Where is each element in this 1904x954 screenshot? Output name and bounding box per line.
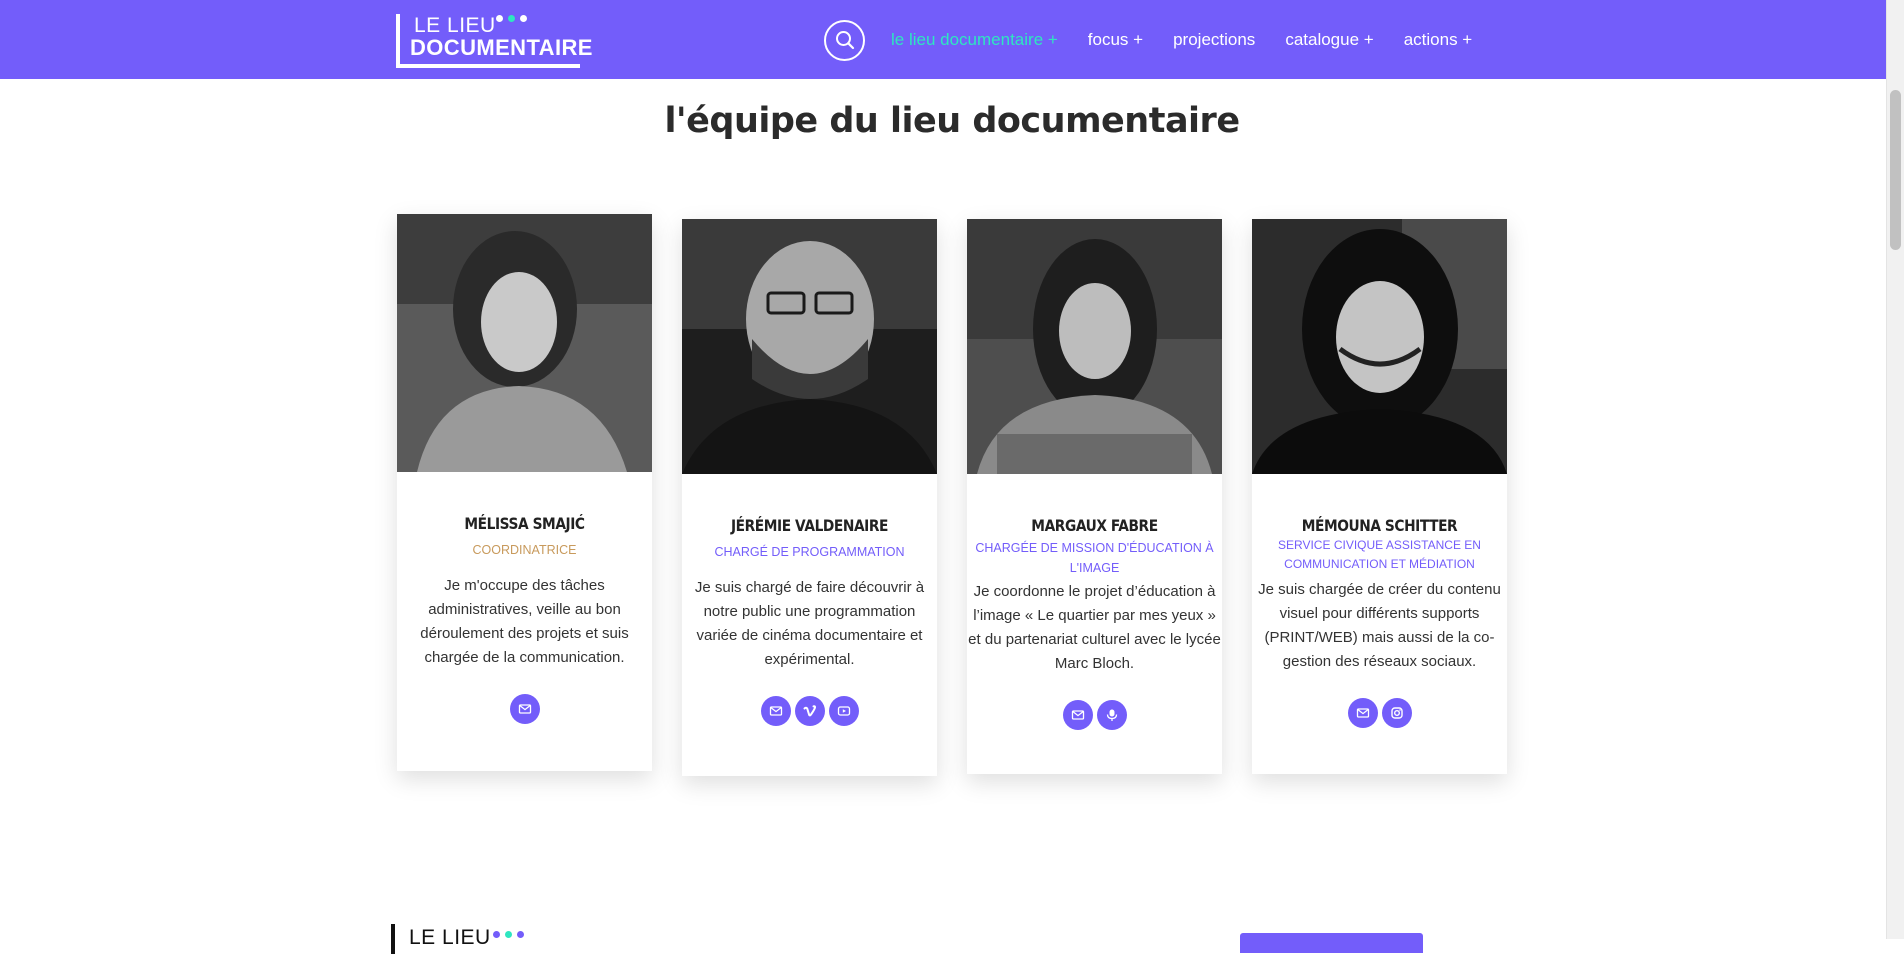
mail-button[interactable] [1062,700,1093,730]
site-logo[interactable]: LE LIEU DOCUMENTAIRE [396,14,592,68]
mail-icon [1071,710,1084,720]
team-card-jeremie: JÉRÉMIE VALDENAIRE CHARGÉ DE PROGRAMMATI… [682,219,937,776]
nav-item-projections[interactable]: projections [1173,30,1255,50]
member-links [967,700,1222,730]
instagram-button[interactable] [1381,698,1412,728]
site-header: LE LIEU DOCUMENTAIRE le lieu documentair… [0,0,1886,79]
nav-item-catalogue[interactable]: catalogue + [1285,30,1373,50]
member-description: Je m'occupe des tâches administratives, … [420,577,629,666]
page-title: l'équipe du lieu documentaire [664,101,1240,141]
team-photo [1252,219,1507,474]
nav-item-focus[interactable]: focus + [1088,30,1143,50]
team-card-melissa: MÉLISSA SMAJIĆ COORDINATRICE Je m'occupe… [397,214,652,771]
member-name: MÉLISSA SMAJIĆ [464,514,585,533]
mail-icon [1356,708,1369,718]
youtube-button[interactable] [828,696,859,726]
page-scrollbar[interactable] [1886,0,1904,939]
team-photo [682,219,937,474]
member-description: Je suis chargé de faire découvrir à notr… [694,579,925,668]
vimeo-icon [803,705,816,717]
logo-line2: DOCUMENTAIRE [410,35,593,60]
youtube-icon [837,706,850,716]
mail-button[interactable] [509,694,540,724]
member-name: MARGAUX FABRE [1031,516,1158,535]
search-icon [835,31,854,50]
podcast-button[interactable] [1096,700,1127,730]
member-links [682,696,937,726]
search-button[interactable] [824,19,865,61]
footer-button[interactable] [1240,933,1423,953]
mail-icon [518,704,531,714]
member-description: Je coordonne le projet d’éducation à l’i… [968,583,1221,672]
instagram-icon [1390,707,1403,719]
member-role: COORDINATRICE [472,543,577,557]
footer-logo-text: LE LIEU [409,926,491,949]
team-photo [967,219,1222,474]
member-role: SERVICE CIVIQUE ASSISTANCE EN COMMUNICAT… [1278,538,1481,571]
vimeo-button[interactable] [794,696,825,726]
footer-logo-dots [493,931,524,938]
podcast-icon [1106,709,1117,721]
nav-item-actions[interactable]: actions + [1404,30,1473,50]
logo-dots [496,15,527,22]
team-card-memouna: MÉMOUNA SCHITTER SERVICE CIVIQUE ASSISTA… [1252,219,1507,774]
scrollbar-thumb[interactable] [1890,90,1901,250]
main-nav: le lieu documentaire + focus + projectio… [824,18,1502,62]
mail-icon [769,706,782,716]
member-links [1252,698,1507,728]
team-card-margaux: MARGAUX FABRE CHARGÉE DE MISSION D'ÉDUCA… [967,219,1222,774]
team-photo [397,214,652,472]
member-name: MÉMOUNA SCHITTER [1301,516,1458,535]
mail-button[interactable] [760,696,791,726]
member-links [397,694,652,724]
member-role: CHARGÉ DE PROGRAMMATION [714,545,905,559]
footer-logo[interactable]: LE LIEU [391,924,541,954]
member-name: JÉRÉMIE VALDENAIRE [730,516,889,535]
member-description: Je suis chargée de créer du contenu visu… [1258,581,1501,670]
mail-button[interactable] [1347,698,1378,728]
member-role: CHARGÉE DE MISSION D'ÉDUCATION À L'IMAGE [975,541,1214,575]
nav-item-le-lieu-documentaire[interactable]: le lieu documentaire + [891,30,1058,50]
